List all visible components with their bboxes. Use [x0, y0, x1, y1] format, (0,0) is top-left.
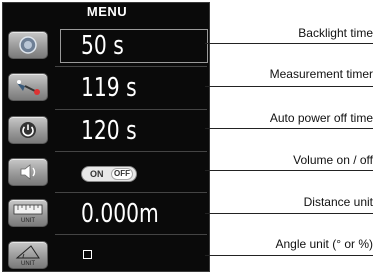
callout-line: [205, 86, 373, 87]
callout-line: [205, 170, 373, 171]
angle-unit-icon[interactable]: UNIT: [8, 241, 48, 269]
backlight-time-value[interactable]: 50 s: [81, 29, 124, 63]
unit-icon-text: UNIT: [21, 218, 35, 224]
callout-backlight-time: Backlight time: [298, 26, 373, 40]
menu-row-backlight[interactable]: 50 s: [3, 25, 211, 67]
menu-row-distance-unit[interactable]: UNIT 0.000m: [3, 193, 211, 235]
callout-line: [205, 255, 373, 256]
power-icon[interactable]: [8, 116, 48, 144]
callout-measurement-timer: Measurement timer: [269, 67, 373, 81]
measurement-timer-icon[interactable]: [8, 73, 48, 101]
measurement-timer-value[interactable]: 119 s: [81, 71, 137, 105]
menu-title: MENU: [86, 4, 128, 19]
auto-power-off-value[interactable]: 120 s: [81, 114, 137, 148]
callout-line: [205, 128, 373, 129]
callout-volume: Volume on / off: [293, 153, 373, 167]
callout-line: [205, 213, 373, 214]
menu-row-measurement-timer[interactable]: 119 s: [3, 67, 211, 110]
volume-toggle[interactable]: ON OFF: [81, 166, 137, 182]
distance-unit-value[interactable]: 0.000m: [81, 197, 159, 231]
callout-distance-unit: Distance unit: [303, 195, 373, 209]
toggle-off-knob: OFF: [111, 168, 133, 180]
device-screen: MENU 50 s 119 s 120 s ON OFF UNIT 0.000m…: [2, 2, 210, 272]
callout-auto-power-off: Auto power off time: [269, 111, 373, 125]
backlight-icon[interactable]: [8, 31, 48, 59]
unit-icon-text: UNIT: [21, 261, 35, 267]
menu-row-volume[interactable]: ON OFF: [3, 152, 211, 194]
callout-angle-unit: Angle unit (° or %): [275, 237, 373, 251]
toggle-on-label: ON: [90, 169, 104, 179]
speaker-icon[interactable]: [8, 158, 48, 186]
angle-unit-checkbox[interactable]: [83, 250, 92, 259]
unit-ruler-icon[interactable]: UNIT: [8, 199, 48, 227]
menu-row-auto-power-off[interactable]: 120 s: [3, 110, 211, 152]
menu-row-angle-unit[interactable]: UNIT: [3, 235, 211, 277]
callout-line: [205, 43, 373, 44]
